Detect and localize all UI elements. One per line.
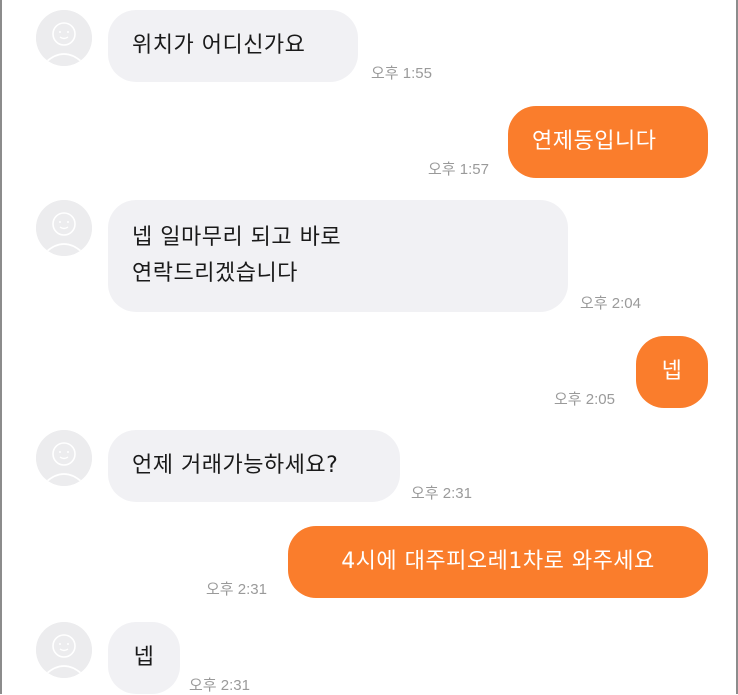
message-text-line: 연락드리겠습니다 [132, 261, 298, 286]
message-timestamp: 오후 2:31 [206, 581, 267, 598]
message-timestamp: 오후 2:05 [554, 391, 615, 408]
sender-avatar[interactable] [36, 430, 92, 486]
message-bubble-outgoing[interactable]: 넵 [636, 336, 708, 408]
message-bubble-incoming[interactable]: 넵 [108, 622, 180, 694]
message-bubble-outgoing[interactable]: 4시에 대주피오레1차로 와주세요 [288, 526, 708, 598]
default-profile-icon [36, 200, 92, 256]
message-text: 넵 [661, 359, 683, 384]
message-timestamp: 오후 2:04 [580, 295, 641, 312]
message-bubble-incoming[interactable]: 위치가 어디신가요 [108, 10, 358, 82]
default-profile-icon [36, 430, 92, 486]
message-text: 위치가 어디신가요 [132, 33, 306, 58]
default-profile-icon [36, 10, 92, 66]
message-text: 언제 거래가능하세요? [132, 453, 339, 478]
message-bubble-incoming[interactable]: 넵 일마무리 되고 바로 연락드리겠습니다 [108, 200, 568, 312]
message-text: 4시에 대주피오레1차로 와주세요 [341, 549, 655, 574]
message-text-line: 넵 일마무리 되고 바로 [132, 225, 342, 250]
sender-avatar[interactable] [36, 10, 92, 66]
message-timestamp: 오후 1:55 [371, 65, 432, 82]
message-text: 연제동입니다 [532, 129, 657, 154]
message-bubble-incoming[interactable]: 언제 거래가능하세요? [108, 430, 400, 502]
sender-avatar[interactable] [36, 200, 92, 256]
message-timestamp: 오후 2:31 [411, 485, 472, 502]
message-text: 넵 [133, 645, 155, 670]
frame-border-left [0, 0, 2, 694]
message-timestamp: 오후 2:31 [189, 677, 250, 694]
default-profile-icon [36, 622, 92, 678]
sender-avatar[interactable] [36, 622, 92, 678]
message-timestamp: 오후 1:57 [428, 161, 489, 178]
message-bubble-outgoing[interactable]: 연제동입니다 [508, 106, 708, 178]
